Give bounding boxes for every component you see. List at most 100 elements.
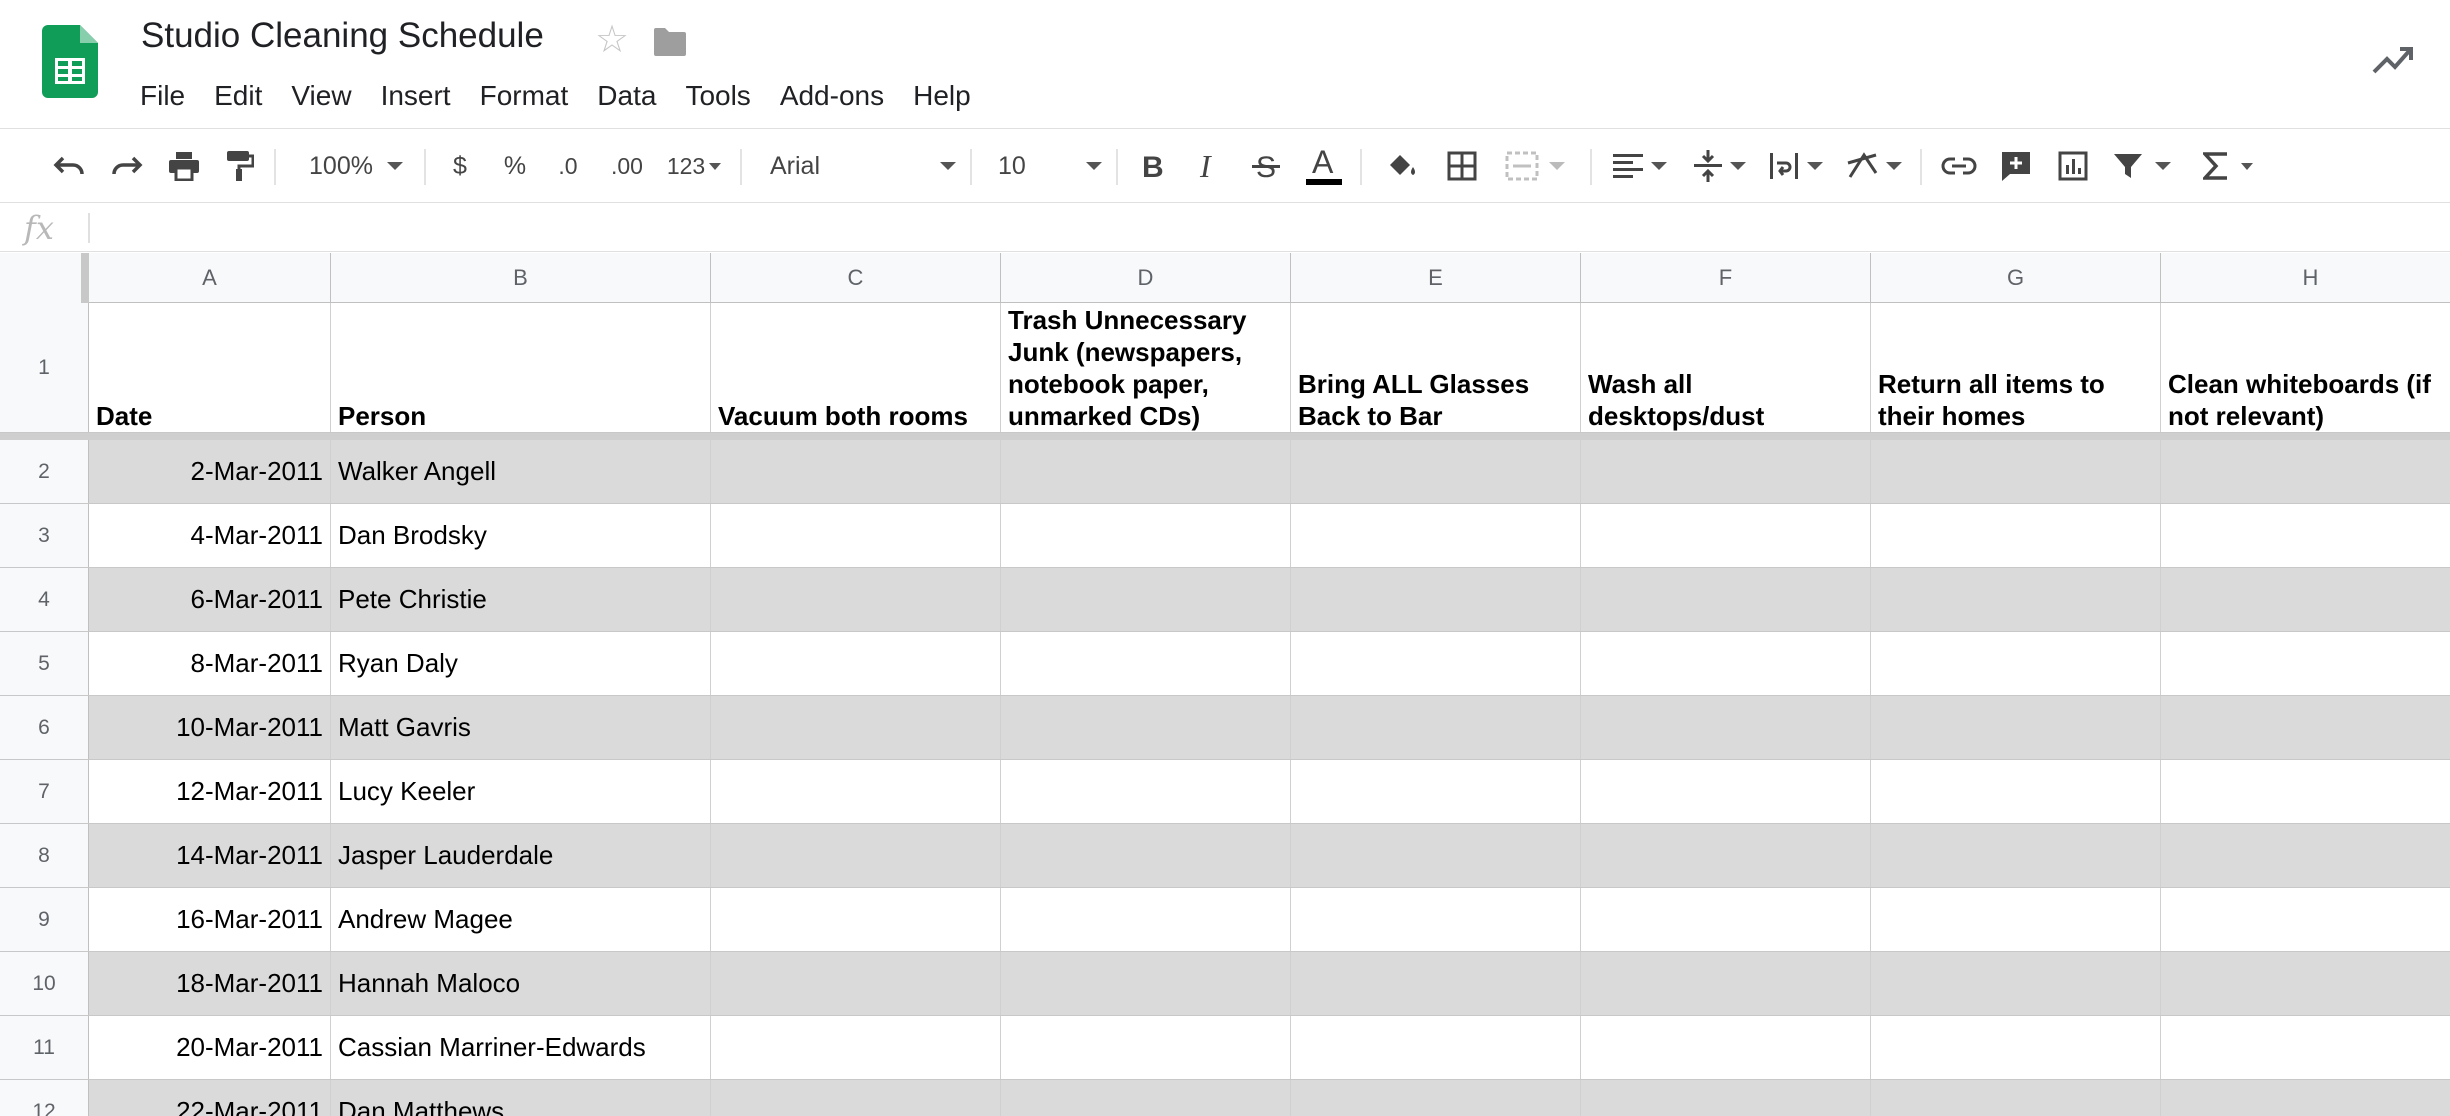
whiteboards-cell[interactable] (2161, 1080, 2450, 1116)
redo-icon[interactable] (106, 129, 146, 203)
row-header[interactable]: 9 (0, 888, 89, 951)
vacuum-cell[interactable] (711, 1016, 1001, 1079)
insert-comment-button[interactable] (1995, 129, 2037, 203)
desktops-cell[interactable] (1581, 952, 1871, 1015)
glasses-cell[interactable] (1291, 568, 1581, 631)
return-items-cell[interactable] (1871, 1080, 2161, 1116)
strikethrough-button[interactable]: S (1246, 129, 1286, 203)
header-cell-date[interactable]: Date (89, 303, 331, 432)
person-cell[interactable]: Hannah Maloco (331, 952, 711, 1015)
glasses-cell[interactable] (1291, 1016, 1581, 1079)
header-cell-person[interactable]: Person (331, 303, 711, 432)
header-cell-trash[interactable]: Trash Unnecessary Junk (newspapers, note… (1001, 303, 1291, 432)
whiteboards-cell[interactable] (2161, 760, 2450, 823)
horizontal-align-button[interactable] (1608, 129, 1672, 203)
text-wrap-button[interactable] (1764, 129, 1828, 203)
menu-file[interactable]: File (140, 78, 185, 114)
paint-format-icon[interactable] (220, 129, 260, 203)
date-cell[interactable]: 6-Mar-2011 (89, 568, 331, 631)
borders-button[interactable] (1442, 129, 1482, 203)
date-cell[interactable]: 8-Mar-2011 (89, 632, 331, 695)
bold-button[interactable]: B (1132, 129, 1172, 203)
date-cell[interactable]: 18-Mar-2011 (89, 952, 331, 1015)
return-items-cell[interactable] (1871, 760, 2161, 823)
decrease-decimal-button[interactable]: .0 (548, 129, 588, 203)
whiteboards-cell[interactable] (2161, 568, 2450, 631)
desktops-cell[interactable] (1581, 632, 1871, 695)
person-cell[interactable]: Ryan Daly (331, 632, 711, 695)
menu-data[interactable]: Data (597, 78, 656, 114)
fill-color-button[interactable] (1382, 129, 1422, 203)
whiteboards-cell[interactable] (2161, 696, 2450, 759)
whiteboards-cell[interactable] (2161, 952, 2450, 1015)
trash-cell[interactable] (1001, 696, 1291, 759)
whiteboards-cell[interactable] (2161, 824, 2450, 887)
column-header-g[interactable]: G (1871, 253, 2161, 303)
desktops-cell[interactable] (1581, 824, 1871, 887)
header-cell-vacuum[interactable]: Vacuum both rooms (711, 303, 1001, 432)
glasses-cell[interactable] (1291, 952, 1581, 1015)
zoom-select[interactable]: 100% (296, 129, 416, 203)
desktops-cell[interactable] (1581, 1016, 1871, 1079)
person-cell[interactable]: Matt Gavris (331, 696, 711, 759)
increase-decimal-button[interactable]: .00 (602, 129, 652, 203)
vacuum-cell[interactable] (711, 1080, 1001, 1116)
row-header[interactable]: 5 (0, 632, 89, 695)
desktops-cell[interactable] (1581, 568, 1871, 631)
row-header[interactable]: 4 (0, 568, 89, 631)
row-header[interactable]: 7 (0, 760, 89, 823)
trash-cell[interactable] (1001, 824, 1291, 887)
person-cell[interactable]: Andrew Magee (331, 888, 711, 951)
column-header-a[interactable]: A (89, 253, 331, 303)
menu-view[interactable]: View (291, 78, 351, 114)
sheets-logo-icon[interactable] (42, 25, 98, 98)
return-items-cell[interactable] (1871, 952, 2161, 1015)
trash-cell[interactable] (1001, 888, 1291, 951)
glasses-cell[interactable] (1291, 440, 1581, 503)
glasses-cell[interactable] (1291, 632, 1581, 695)
date-cell[interactable]: 2-Mar-2011 (89, 440, 331, 503)
person-cell[interactable]: Lucy Keeler (331, 760, 711, 823)
return-items-cell[interactable] (1871, 1016, 2161, 1079)
menu-help[interactable]: Help (913, 78, 971, 114)
vacuum-cell[interactable] (711, 440, 1001, 503)
insert-link-button[interactable] (1938, 129, 1980, 203)
vacuum-cell[interactable] (711, 888, 1001, 951)
trash-cell[interactable] (1001, 440, 1291, 503)
glasses-cell[interactable] (1291, 824, 1581, 887)
return-items-cell[interactable] (1871, 824, 2161, 887)
vacuum-cell[interactable] (711, 760, 1001, 823)
desktops-cell[interactable] (1581, 888, 1871, 951)
glasses-cell[interactable] (1291, 888, 1581, 951)
column-header-e[interactable]: E (1291, 253, 1581, 303)
row-header[interactable]: 2 (0, 440, 89, 503)
date-cell[interactable]: 12-Mar-2011 (89, 760, 331, 823)
date-cell[interactable]: 10-Mar-2011 (89, 696, 331, 759)
header-cell-whiteboards[interactable]: Clean whiteboards (if not relevant) (2161, 303, 2450, 432)
trending-up-icon[interactable] (2372, 42, 2414, 76)
return-items-cell[interactable] (1871, 696, 2161, 759)
desktops-cell[interactable] (1581, 760, 1871, 823)
frozen-row-divider[interactable] (0, 433, 2450, 440)
insert-chart-button[interactable] (2052, 129, 2094, 203)
trash-cell[interactable] (1001, 568, 1291, 631)
vacuum-cell[interactable] (711, 504, 1001, 567)
vertical-align-button[interactable] (1688, 129, 1752, 203)
row-header[interactable]: 3 (0, 504, 89, 567)
vacuum-cell[interactable] (711, 696, 1001, 759)
glasses-cell[interactable] (1291, 696, 1581, 759)
vacuum-cell[interactable] (711, 824, 1001, 887)
date-cell[interactable]: 16-Mar-2011 (89, 888, 331, 951)
whiteboards-cell[interactable] (2161, 1016, 2450, 1079)
more-formats-button[interactable]: 123 (660, 129, 728, 203)
menu-add-ons[interactable]: Add-ons (780, 78, 884, 114)
return-items-cell[interactable] (1871, 888, 2161, 951)
person-cell[interactable]: Dan Matthews (331, 1080, 711, 1116)
person-cell[interactable]: Jasper Lauderdale (331, 824, 711, 887)
column-header-c[interactable]: C (711, 253, 1001, 303)
glasses-cell[interactable] (1291, 1080, 1581, 1116)
person-cell[interactable]: Walker Angell (331, 440, 711, 503)
row-header[interactable]: 12 (0, 1080, 89, 1116)
return-items-cell[interactable] (1871, 504, 2161, 567)
glasses-cell[interactable] (1291, 760, 1581, 823)
